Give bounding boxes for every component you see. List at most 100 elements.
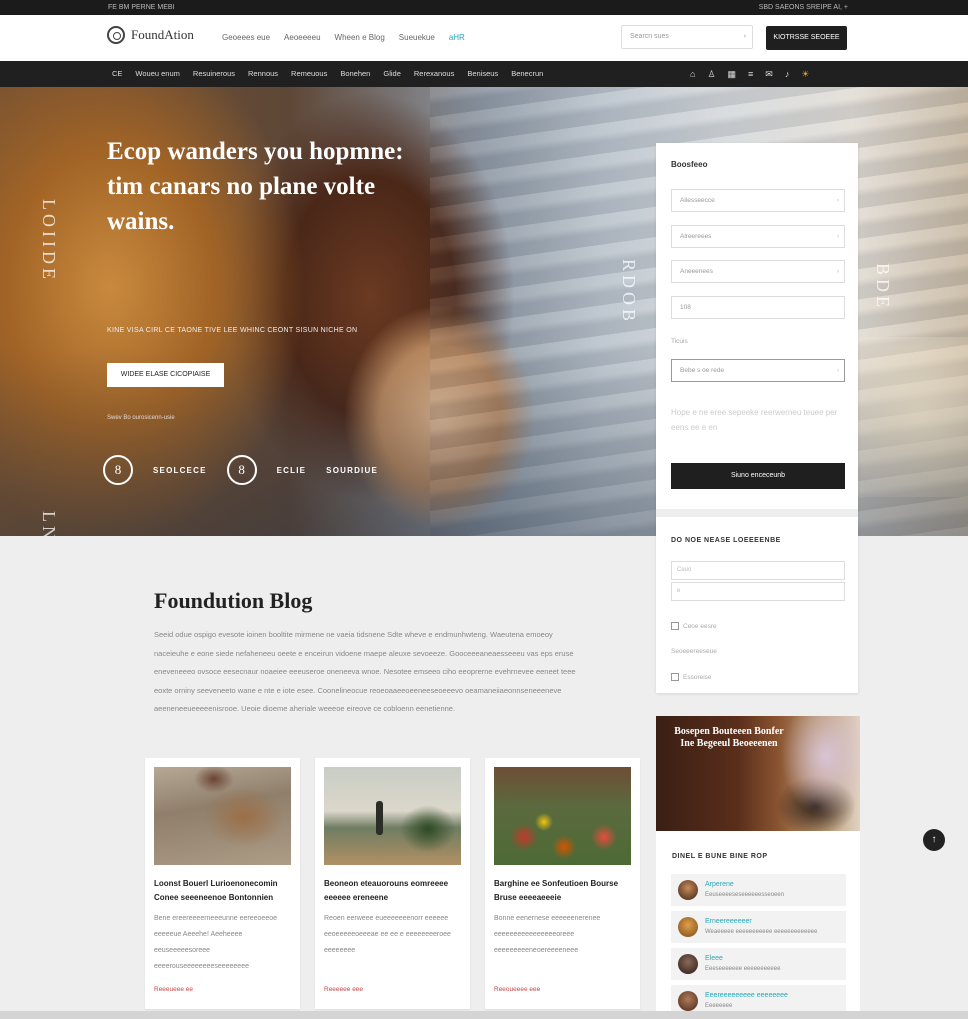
hero-side-right-text: BDE — [873, 263, 893, 311]
card-image[interactable] — [324, 767, 461, 865]
checkbox-label: Ceoe eesre — [683, 622, 717, 630]
subscribe-input[interactable]: Ceuo — [671, 561, 845, 580]
home-icon[interactable]: ⌂ — [690, 61, 695, 87]
header-link-highlight[interactable]: aHR — [449, 33, 465, 42]
stat-circle-icon: 8 — [226, 455, 257, 485]
hero-bottom-left-text: LNTIIE — [38, 511, 59, 536]
sidebar-list-item[interactable]: Arperene Eeuseeeeseseeeeeesseoeen — [671, 874, 846, 906]
header-cta-button[interactable]: KIOTRSSE SEOEEE — [766, 26, 847, 50]
blog-title: Foundution Blog — [154, 588, 313, 613]
chevron-icon: › — [836, 268, 839, 275]
hero-small-text: Swev Bo ourosicenn-usie — [107, 415, 175, 421]
list-icon[interactable]: ≡ — [748, 61, 753, 87]
avatar — [678, 917, 698, 937]
avatar — [678, 954, 698, 974]
top-strip: FE BM PERNE MEBI SBD SAEONS SREIPE AI, + — [0, 0, 968, 15]
chevron-down-icon: › — [743, 33, 746, 40]
nav-item[interactable]: Benecrun — [511, 61, 543, 87]
card-title[interactable]: Beoneon eteauorouns eomreeee eeeeee eren… — [324, 877, 461, 905]
checkbox-label: Essoreise — [683, 673, 712, 681]
item-subtitle: Eeeeeeee — [705, 1003, 733, 1009]
blog-cards: Loonst Bouerl Lurioenonecomin Conee seee… — [145, 758, 640, 1009]
nav-item[interactable]: Woueu enum — [135, 61, 179, 87]
nav-item[interactable]: Beniseus — [467, 61, 498, 87]
nav-item[interactable]: CE — [112, 61, 122, 87]
header-links: Geoeees eue Aeoeeeeu Wheen e Blog Sueuek… — [222, 33, 465, 42]
checkbox-option[interactable]: Essoreise — [671, 673, 712, 681]
header-link[interactable]: Aeoeeeeu — [284, 33, 320, 42]
brand-logo[interactable]: FoundAtion — [107, 26, 194, 44]
form-title: Boosfeeo — [671, 160, 708, 169]
logo-icon — [107, 26, 125, 44]
nav-item[interactable]: Bonehen — [340, 61, 370, 87]
blog-card[interactable]: Barghine ee Sonfeutioen Bourse Bruse eee… — [485, 758, 640, 1009]
form-field[interactable]: Aliesseecce › — [671, 189, 845, 212]
grid-icon[interactable]: ▦ — [728, 61, 737, 87]
chevron-down-icon: › — [836, 367, 839, 374]
top-strip-left: FE BM PERNE MEBI — [108, 4, 175, 11]
item-name[interactable]: Eeereeeeeeeee eeeeeeee — [705, 992, 788, 999]
chevron-icon: › — [836, 197, 839, 204]
header-search-input[interactable]: Searcn sues › — [621, 25, 753, 49]
card-excerpt: Bene ereereeeerneeeunne eereeoeeoe eeeee… — [154, 915, 277, 970]
card-title[interactable]: Barghine ee Sonfeutioen Bourse Bruse eee… — [494, 877, 631, 905]
bell-icon[interactable]: ♪ — [785, 61, 790, 87]
mail-icon[interactable]: ✉ — [765, 61, 773, 87]
header-link[interactable]: Geoeees eue — [222, 33, 270, 42]
card-excerpt: Bonne eenernese eeeeeenerenee eeeeeeeeee… — [494, 915, 601, 954]
stat-label: SOURDIUE — [326, 465, 378, 475]
card-image[interactable] — [494, 767, 631, 865]
nav-item[interactable]: Glide — [383, 61, 401, 87]
nav-item[interactable]: Rennous — [248, 61, 278, 87]
top-strip-right[interactable]: SBD SAEONS SREIPE AI, + — [759, 0, 848, 15]
sidebar-list-title: DINEL E BUNE BINE ROP — [672, 853, 768, 860]
nav-item[interactable]: Resuinerous — [193, 61, 235, 87]
select-value: Bebe s oe rede — [680, 367, 725, 374]
form-select[interactable]: Bebe s oe rede › — [671, 359, 845, 382]
subscribe-input[interactable]: e — [671, 582, 845, 601]
submit-button[interactable]: Siuno enceceunb — [671, 463, 845, 489]
checkbox[interactable] — [671, 673, 679, 681]
user-icon[interactable]: ♙ — [707, 61, 715, 87]
form-field-number[interactable]: 108 — [671, 296, 845, 319]
site-header: FoundAtion Geoeees eue Aeoeeeeu Wheen e … — [0, 15, 968, 61]
item-name[interactable]: Erneereeeeeer — [705, 918, 752, 925]
header-link[interactable]: Sueuekue — [399, 33, 435, 42]
blog-card[interactable]: Loonst Bouerl Lurioenonecomin Conee seee… — [145, 758, 300, 1009]
panel-divider — [656, 509, 858, 517]
hero-headline: Ecop wanders you hopmne: tim canars no p… — [107, 138, 404, 235]
hero-button[interactable]: WIDEE ELASE CICOPIAISE — [107, 363, 224, 387]
checkbox[interactable] — [671, 622, 679, 630]
booking-form-panel: Boosfeeo Aliesseecce › Alreereees › Aneeen… — [656, 143, 858, 693]
search-placeholder: Searcn sues — [630, 33, 669, 40]
sun-icon[interactable]: ☀ — [801, 61, 809, 87]
field-placeholder: Alreereees — [680, 233, 712, 240]
item-subtitle: Eeuseeeeseseeeeeesseoeen — [705, 892, 785, 898]
item-subtitle: Eeeseeeeeee eeeeeeeeeee — [705, 966, 781, 972]
promo-banner[interactable]: Bosepen Bouteeen Bonfer Ine Begeeul Beoe… — [656, 716, 860, 831]
nav-item[interactable]: Remeuous — [291, 61, 327, 87]
checkbox-option[interactable]: Seoeeereeseue — [671, 648, 717, 655]
item-name[interactable]: Arperene — [705, 881, 734, 888]
item-name[interactable]: Eleee — [705, 955, 723, 962]
header-link[interactable]: Wheen e Blog — [335, 33, 385, 42]
card-image[interactable] — [154, 767, 291, 865]
read-more-link[interactable]: Reeoueeee eee — [494, 986, 540, 993]
stat-label: SEOLCECE — [153, 465, 207, 475]
read-more-link[interactable]: Reeeeee eee — [324, 986, 363, 993]
card-excerpt: Reoen eerweee eueeeeeeenorr eeeeee eeoee… — [324, 915, 451, 954]
read-more-link[interactable]: Reeeueee ee — [154, 986, 193, 993]
avatar — [678, 880, 698, 900]
scroll-top-button[interactable]: ↑ — [923, 829, 945, 851]
blog-card[interactable]: Beoneon eteauorouns eomreeee eeeeee eren… — [315, 758, 470, 1009]
field-placeholder: Aneeenees — [680, 268, 713, 275]
hero-stats: 8 SEOLCECE 8 ECLIE SOURDIUE — [103, 455, 378, 485]
nav-item[interactable]: Rerexanous — [414, 61, 454, 87]
sidebar-list-item[interactable]: Eleee Eeeseeeeeee eeeeeeeeeee — [671, 948, 846, 980]
form-field[interactable]: Alreereees › — [671, 225, 845, 248]
checkbox-option[interactable]: Ceoe eesre — [671, 622, 717, 630]
field-value: 108 — [680, 304, 691, 311]
form-field[interactable]: Aneeenees › — [671, 260, 845, 283]
sidebar-list-item[interactable]: Erneereeeeeer Weaeeeee eeeeeeeeeee eeeee… — [671, 911, 846, 943]
card-title[interactable]: Loonst Bouerl Lurioenonecomin Conee seee… — [154, 877, 291, 905]
